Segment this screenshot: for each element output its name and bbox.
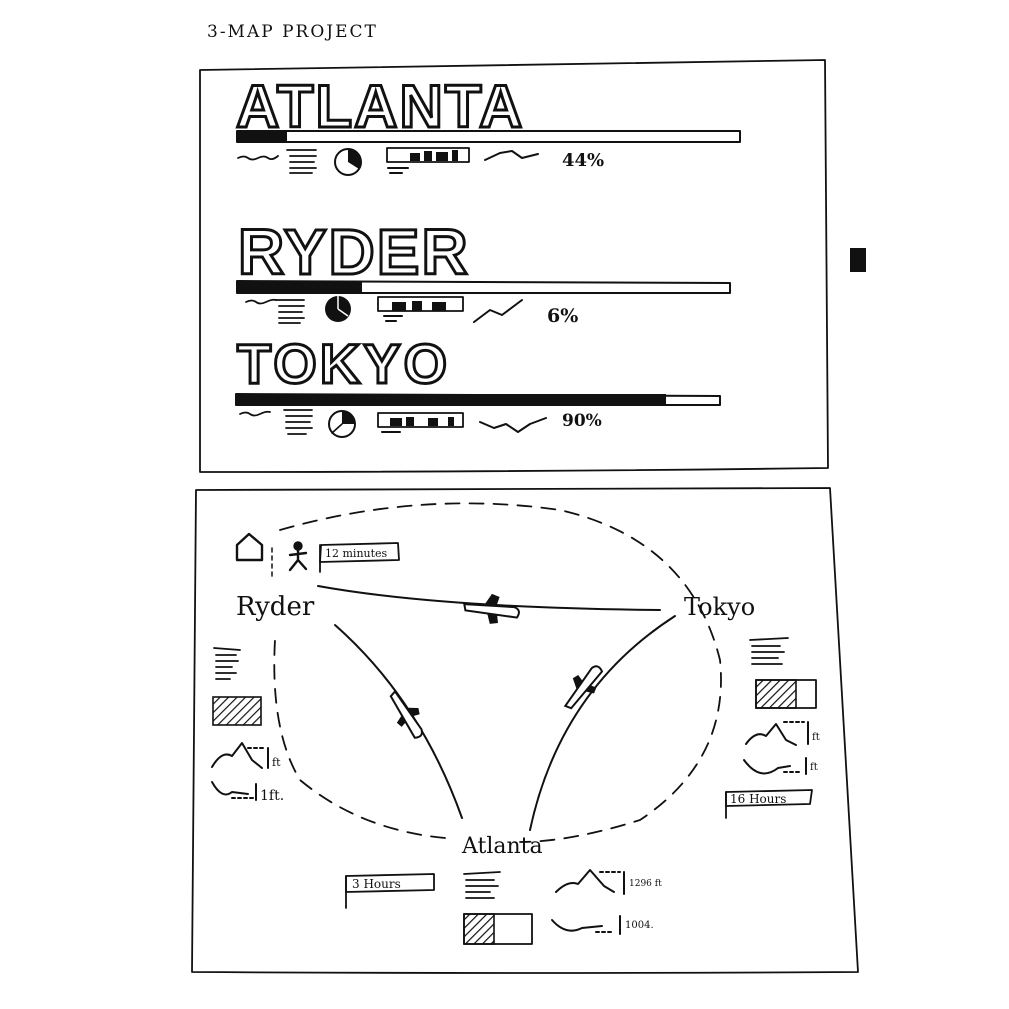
squiggle-icon — [239, 410, 271, 417]
elevation-icon — [745, 721, 809, 746]
walker-icon — [288, 541, 308, 572]
squiggle-icon — [245, 298, 277, 305]
route-tokyo-atlanta — [529, 615, 676, 831]
ryder-depth-label: 1ft. — [260, 788, 284, 804]
pie-icon — [328, 410, 356, 438]
text-lines-icon — [286, 149, 317, 174]
hatched-block-icon — [212, 696, 262, 726]
walk-time-label: 12 minutes — [325, 547, 388, 560]
city-name-atlanta: ATLANTA — [236, 73, 524, 140]
elevation-icon — [211, 742, 269, 769]
atlanta-duration-box: 3 Hours — [345, 873, 435, 909]
text-lines-icon — [275, 299, 305, 324]
tokyo-depth-unit: ft — [810, 762, 818, 773]
home-icon — [235, 532, 273, 581]
bar-strip-icon — [386, 147, 470, 174]
node-label-ryder[interactable]: Ryder — [236, 592, 315, 622]
hatched-block-icon — [463, 913, 533, 945]
trend-line-icon — [479, 417, 547, 433]
depth-icon — [211, 781, 257, 801]
text-lines-icon — [749, 637, 789, 665]
time-label-box: 12 minutes — [319, 542, 400, 573]
city-row-atlanta[interactable]: ATLANTA 44% — [235, 72, 741, 176]
progress-fill — [236, 394, 666, 405]
city-name-tokyo: TOKYO — [237, 332, 450, 395]
airplane-icon — [563, 665, 604, 710]
trend-line-icon — [473, 299, 523, 323]
airplane-icon — [463, 593, 520, 624]
progress-fill — [237, 131, 287, 142]
tokyo-duration-box: 16 Hours — [725, 789, 813, 819]
depth-icon — [551, 915, 621, 935]
ryder-elevation-unit: ft — [272, 756, 281, 769]
bar-strip-icon — [377, 296, 464, 322]
city-name-ryder: RYDER — [238, 216, 470, 288]
atlanta-elevation: 1296 ft — [629, 879, 662, 889]
node-label-tokyo[interactable]: Tokyo — [684, 593, 755, 621]
pie-icon — [334, 148, 362, 176]
tokyo-duration: 16 Hours — [730, 792, 786, 806]
text-lines-icon — [463, 871, 501, 899]
trend-line-icon — [484, 150, 539, 161]
scroll-marker — [850, 248, 866, 272]
city-row-tokyo[interactable]: TOKYO 90% — [235, 331, 721, 438]
text-lines-icon — [283, 409, 313, 435]
node-label-atlanta[interactable]: Atlanta — [461, 834, 543, 859]
sketch-canvas: 3-MAP PROJECT ATLANTA 44% RYDER 6% TOKYO… — [191, 22, 866, 974]
city-percent-atlanta: 44% — [562, 150, 604, 171]
map-panel-frame — [191, 487, 859, 974]
elevation-icon — [555, 869, 625, 895]
project-title: 3-MAP PROJECT — [207, 22, 378, 42]
city-percent-tokyo: 90% — [562, 411, 602, 431]
atlanta-depth: 1004. — [625, 920, 654, 931]
depth-icon — [743, 757, 807, 775]
hatched-block-icon — [755, 679, 817, 709]
tokyo-elevation-unit: ft — [812, 732, 820, 743]
city-row-ryder[interactable]: RYDER 6% — [236, 215, 731, 327]
text-lines-icon — [213, 647, 241, 680]
atlanta-duration: 3 Hours — [352, 877, 401, 891]
progress-fill — [237, 281, 362, 293]
bar-strip-icon — [377, 412, 464, 433]
pie-icon — [325, 296, 351, 322]
city-percent-ryder: 6% — [547, 305, 578, 327]
squiggle-icon — [237, 155, 279, 161]
